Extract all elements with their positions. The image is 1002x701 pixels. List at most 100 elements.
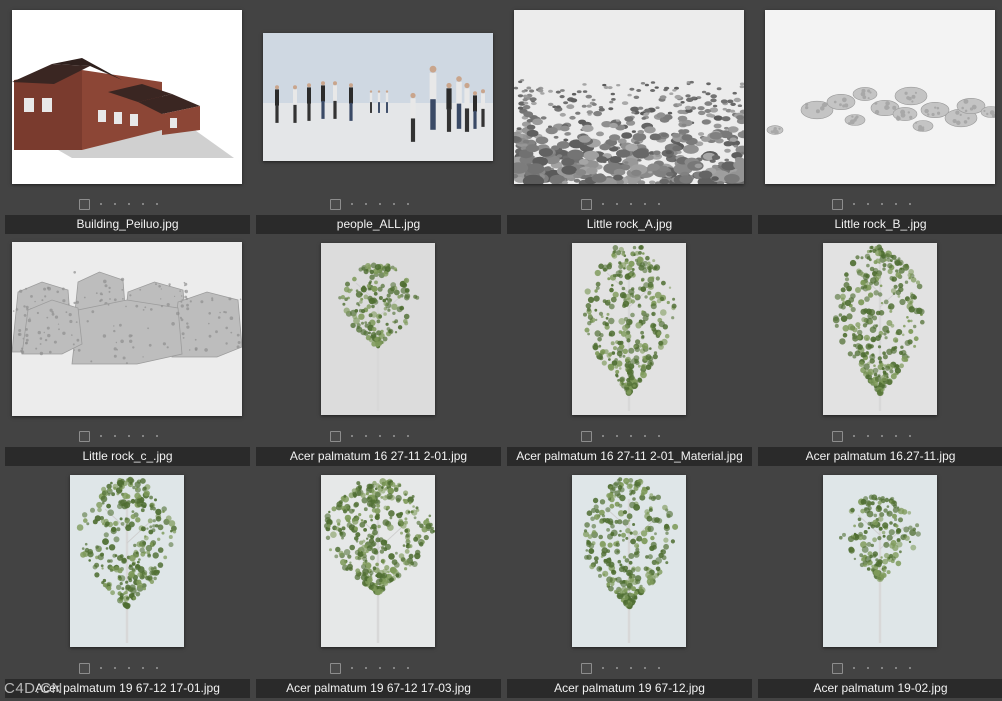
rating-dot[interactable]: [881, 667, 883, 669]
rating-dot[interactable]: [407, 435, 409, 437]
select-checkbox[interactable]: [79, 430, 90, 442]
rating-dot[interactable]: [156, 435, 158, 437]
rating-dot[interactable]: [867, 203, 869, 205]
rating-dot[interactable]: [853, 203, 855, 205]
star-rating[interactable]: [351, 435, 409, 437]
rating-dot[interactable]: [616, 203, 618, 205]
select-checkbox[interactable]: [330, 662, 341, 674]
star-rating[interactable]: [853, 203, 911, 205]
rating-dot[interactable]: [630, 667, 632, 669]
rating-dot[interactable]: [407, 667, 409, 669]
thumbnail-image[interactable]: [320, 243, 435, 415]
rating-dot[interactable]: [379, 667, 381, 669]
rating-dot[interactable]: [881, 435, 883, 437]
rating-dot[interactable]: [658, 203, 660, 205]
star-rating[interactable]: [100, 667, 158, 669]
rating-dot[interactable]: [853, 435, 855, 437]
rating-dot[interactable]: [351, 667, 353, 669]
thumbnail-image[interactable]: [764, 10, 995, 184]
star-rating[interactable]: [853, 667, 911, 669]
select-checkbox[interactable]: [79, 662, 90, 674]
rating-dot[interactable]: [379, 435, 381, 437]
rating-dot[interactable]: [881, 203, 883, 205]
select-checkbox[interactable]: [330, 430, 341, 442]
rating-dot[interactable]: [365, 435, 367, 437]
rating-dot[interactable]: [630, 203, 632, 205]
select-checkbox[interactable]: [832, 662, 843, 674]
select-checkbox[interactable]: [581, 198, 592, 210]
rating-dot[interactable]: [100, 203, 102, 205]
star-rating[interactable]: [351, 667, 409, 669]
select-checkbox[interactable]: [581, 662, 592, 674]
thumbnail-item[interactable]: Little rock_B_.jpg: [754, 2, 1002, 234]
thumbnail-item[interactable]: Acer palmatum 16.27-11.jpg: [754, 234, 1002, 466]
rating-dot[interactable]: [142, 203, 144, 205]
thumbnail-image[interactable]: [11, 10, 242, 184]
rating-dot[interactable]: [630, 435, 632, 437]
rating-dot[interactable]: [128, 203, 130, 205]
rating-dot[interactable]: [114, 203, 116, 205]
rating-dot[interactable]: [156, 203, 158, 205]
star-rating[interactable]: [853, 435, 911, 437]
rating-dot[interactable]: [658, 667, 660, 669]
thumbnail-item[interactable]: people_ALL.jpg: [252, 2, 503, 234]
thumbnail-item[interactable]: Little rock_c_.jpg: [1, 234, 252, 466]
rating-dot[interactable]: [351, 435, 353, 437]
thumbnail-image[interactable]: [822, 243, 937, 415]
thumbnail-image[interactable]: [320, 475, 435, 647]
rating-dot[interactable]: [867, 435, 869, 437]
thumbnail-item[interactable]: Acer palmatum 19 67-12.jpg: [503, 466, 754, 698]
rating-dot[interactable]: [895, 435, 897, 437]
rating-dot[interactable]: [393, 435, 395, 437]
star-rating[interactable]: [100, 203, 158, 205]
rating-dot[interactable]: [128, 667, 130, 669]
select-checkbox[interactable]: [832, 198, 843, 210]
rating-dot[interactable]: [351, 203, 353, 205]
thumbnail-image[interactable]: [571, 243, 686, 415]
rating-dot[interactable]: [407, 203, 409, 205]
rating-dot[interactable]: [909, 435, 911, 437]
thumbnail-image[interactable]: [513, 10, 744, 184]
select-checkbox[interactable]: [79, 198, 90, 210]
rating-dot[interactable]: [156, 667, 158, 669]
star-rating[interactable]: [100, 435, 158, 437]
rating-dot[interactable]: [895, 667, 897, 669]
rating-dot[interactable]: [909, 667, 911, 669]
rating-dot[interactable]: [867, 667, 869, 669]
rating-dot[interactable]: [909, 203, 911, 205]
thumbnail-item[interactable]: Acer palmatum 16 27-11 2-01_Material.jpg: [503, 234, 754, 466]
rating-dot[interactable]: [644, 203, 646, 205]
rating-dot[interactable]: [658, 435, 660, 437]
thumbnail-item[interactable]: Acer palmatum 19 67-12 17-03.jpg: [252, 466, 503, 698]
rating-dot[interactable]: [644, 435, 646, 437]
rating-dot[interactable]: [379, 203, 381, 205]
thumbnail-image[interactable]: [69, 475, 184, 647]
rating-dot[interactable]: [100, 435, 102, 437]
thumbnail-item[interactable]: Acer palmatum 19-02.jpg: [754, 466, 1002, 698]
rating-dot[interactable]: [365, 667, 367, 669]
rating-dot[interactable]: [853, 667, 855, 669]
rating-dot[interactable]: [114, 667, 116, 669]
thumbnail-image[interactable]: [571, 475, 686, 647]
thumbnail-item[interactable]: Acer palmatum 19 67-12 17-01.jpg: [1, 466, 252, 698]
thumbnail-item[interactable]: Acer palmatum 16 27-11 2-01.jpg: [252, 234, 503, 466]
rating-dot[interactable]: [142, 435, 144, 437]
rating-dot[interactable]: [128, 435, 130, 437]
star-rating[interactable]: [351, 203, 409, 205]
star-rating[interactable]: [602, 203, 660, 205]
rating-dot[interactable]: [114, 435, 116, 437]
rating-dot[interactable]: [100, 667, 102, 669]
thumbnail-image[interactable]: [11, 242, 242, 416]
rating-dot[interactable]: [142, 667, 144, 669]
rating-dot[interactable]: [602, 435, 604, 437]
rating-dot[interactable]: [602, 203, 604, 205]
select-checkbox[interactable]: [330, 198, 341, 210]
rating-dot[interactable]: [393, 203, 395, 205]
select-checkbox[interactable]: [832, 430, 843, 442]
rating-dot[interactable]: [616, 667, 618, 669]
star-rating[interactable]: [602, 667, 660, 669]
thumbnail-item[interactable]: Little rock_A.jpg: [503, 2, 754, 234]
star-rating[interactable]: [602, 435, 660, 437]
thumbnail-item[interactable]: Building_Peiluo.jpg: [1, 2, 252, 234]
rating-dot[interactable]: [393, 667, 395, 669]
